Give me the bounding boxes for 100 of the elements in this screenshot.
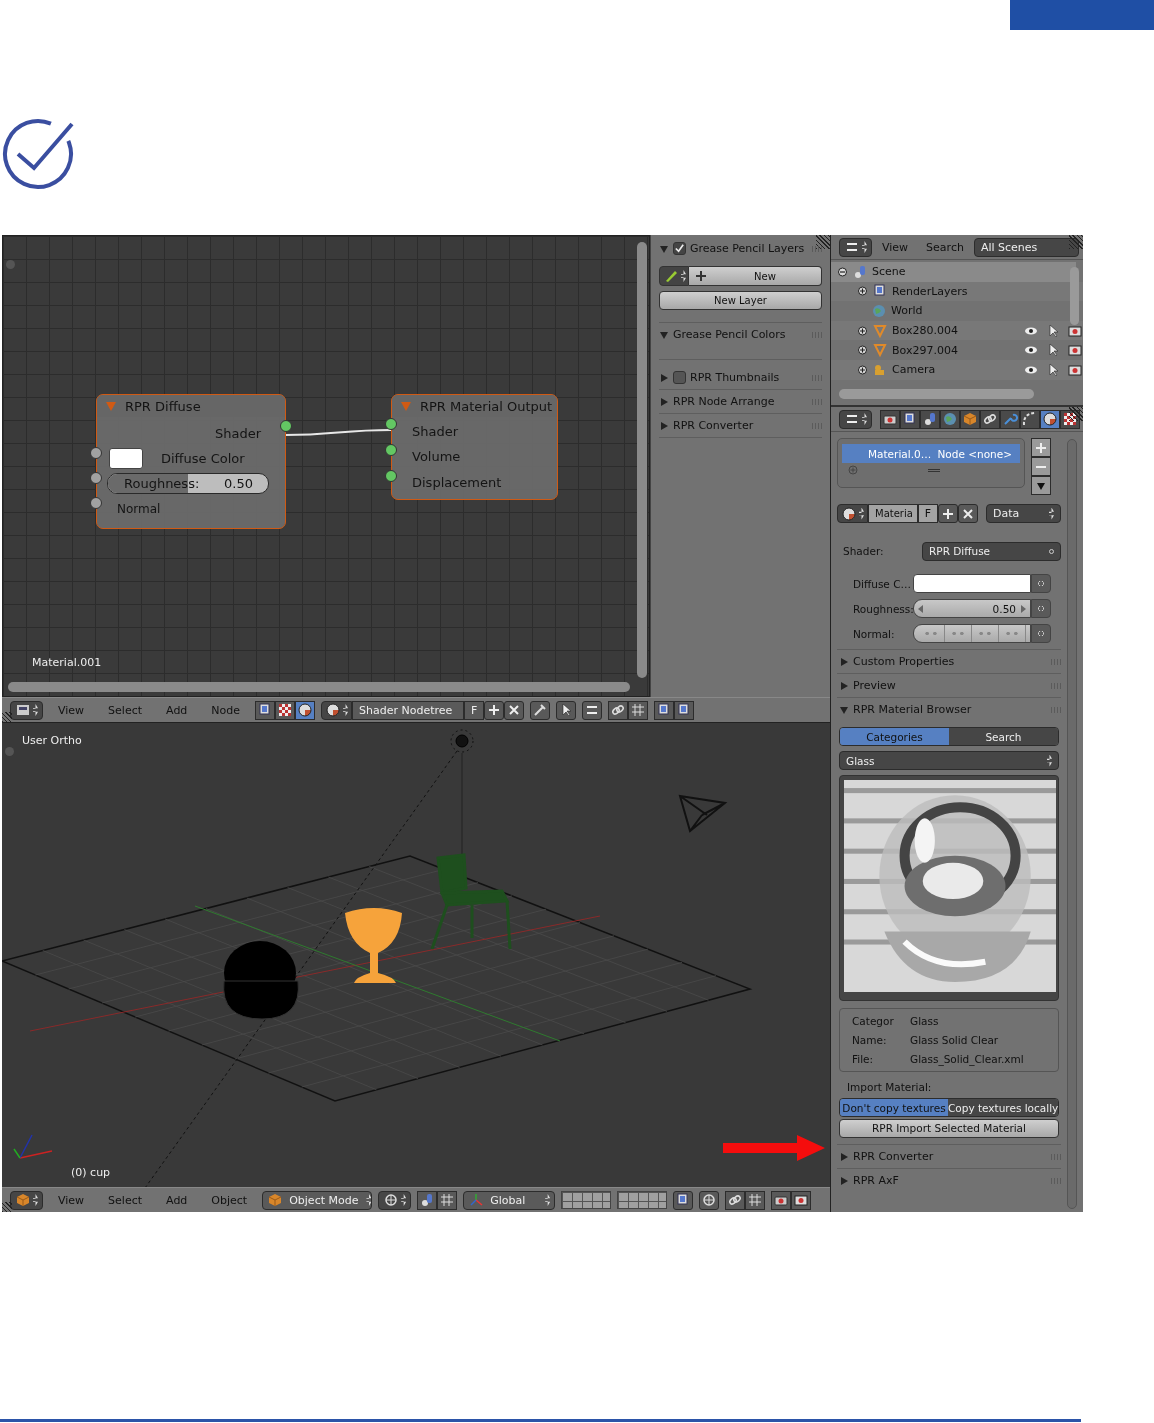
- spinner-arrows-icon[interactable]: [343, 704, 349, 716]
- link-socket-button[interactable]: [1031, 574, 1051, 593]
- menu-item[interactable]: Object: [202, 1193, 257, 1207]
- collapsed-triangle-icon[interactable]: [659, 396, 669, 407]
- panel-header[interactable]: Grease Pencil Layers: [659, 237, 822, 260]
- checkbox[interactable]: [673, 371, 686, 384]
- area-corner-handle[interactable]: [1069, 407, 1083, 421]
- import-button[interactable]: RPR Import Selected Material: [839, 1119, 1059, 1138]
- material-slot-list[interactable]: Material.0… Node <none>: [837, 438, 1025, 488]
- material-tab[interactable]: [1040, 409, 1060, 429]
- modifiers-tab[interactable]: [1000, 409, 1020, 429]
- spinner-arrows-icon[interactable]: [862, 413, 867, 425]
- layer-buttons[interactable]: [561, 1191, 612, 1209]
- number-field[interactable]: 0.50: [913, 599, 1031, 618]
- new-layer-button[interactable]: New Layer: [659, 291, 822, 310]
- paste-button[interactable]: [674, 700, 695, 720]
- panel-header[interactable]: Custom Properties: [837, 649, 1061, 673]
- expand-toggle-icon[interactable]: [857, 345, 868, 356]
- menu-item[interactable]: Add: [157, 1193, 197, 1207]
- scene-tab[interactable]: [920, 409, 940, 429]
- shading-dropdown[interactable]: [378, 1190, 412, 1210]
- collapse-toggle-icon[interactable]: [837, 266, 848, 277]
- add-slot-button[interactable]: [1031, 438, 1051, 457]
- outliner-row[interactable]: Camera: [831, 359, 1083, 380]
- expanded-triangle-icon[interactable]: [659, 243, 669, 254]
- color-field[interactable]: [913, 574, 1031, 593]
- spinner-arrows-icon[interactable]: [1047, 754, 1052, 767]
- material-slot[interactable]: Material.0… Node <none>: [842, 444, 1020, 463]
- socket-dot[interactable]: [385, 444, 397, 456]
- increment-arrow-icon[interactable]: [1020, 604, 1026, 613]
- menu-item[interactable]: Node: [202, 703, 250, 717]
- backdrop-button[interactable]: [582, 700, 603, 720]
- menu-item[interactable]: View: [49, 1193, 94, 1207]
- region-toggle-icon[interactable]: [6, 260, 15, 269]
- link-socket-button[interactable]: [1031, 624, 1051, 643]
- editor-type-selector[interactable]: [10, 1190, 43, 1210]
- spinner-arrows-icon[interactable]: [1049, 507, 1054, 520]
- vertical-scrollbar[interactable]: [1067, 439, 1077, 1209]
- unlink-button[interactable]: [958, 504, 978, 523]
- panel-header[interactable]: RPR AxF: [837, 1168, 1061, 1192]
- collapsed-triangle-icon[interactable]: [839, 1151, 849, 1162]
- snap-button[interactable]: [608, 700, 629, 720]
- tab[interactable]: Search: [949, 728, 1058, 745]
- resize-grip[interactable]: [928, 468, 940, 472]
- render-layers-tab[interactable]: [900, 409, 920, 429]
- spinner-arrows-icon[interactable]: [862, 241, 867, 253]
- node-card[interactable]: RPR Material Output Shader Volume Displacement: [391, 394, 558, 500]
- drag-grip-icon[interactable]: [812, 245, 822, 252]
- material-button[interactable]: [295, 700, 316, 720]
- remove-slot-button[interactable]: [1031, 457, 1051, 476]
- datablock-name-field[interactable]: Shader Nodetree: [352, 700, 465, 720]
- mode-dropdown[interactable]: Object Mode: [262, 1190, 373, 1210]
- vector-field[interactable]: [913, 624, 1031, 643]
- horizontal-scrollbar[interactable]: [8, 682, 630, 692]
- pencil-selector[interactable]: [659, 266, 689, 286]
- panel-header[interactable]: RPR Material Browser: [837, 697, 1061, 721]
- collapsed-triangle-icon[interactable]: [839, 1175, 849, 1186]
- render-tab[interactable]: [880, 409, 900, 429]
- spinner-arrows-icon[interactable]: [859, 507, 864, 520]
- checkbox[interactable]: [673, 242, 686, 255]
- material-browse-button[interactable]: [837, 504, 868, 523]
- region-toggle-icon[interactable]: [5, 747, 14, 756]
- editor-type-selector[interactable]: [839, 409, 872, 429]
- collapsed-triangle-icon[interactable]: [659, 372, 669, 383]
- texture-button[interactable]: [275, 700, 296, 720]
- collapsed-triangle-icon[interactable]: [659, 420, 669, 431]
- spinner-arrows-icon[interactable]: [33, 704, 38, 716]
- snap-element-button[interactable]: [745, 1190, 766, 1210]
- menu-item[interactable]: Add: [157, 703, 197, 717]
- object-tab[interactable]: [960, 409, 980, 429]
- render-animation-button[interactable]: [791, 1190, 812, 1210]
- spinner-arrows-icon[interactable]: [366, 1194, 372, 1206]
- panel-header[interactable]: RPR Converter: [837, 1144, 1061, 1168]
- spinner-arrows-icon[interactable]: [401, 1194, 407, 1206]
- orientation-dropdown[interactable]: Global: [463, 1190, 556, 1210]
- area-corner-handle[interactable]: [2, 712, 12, 722]
- expand-toggle-icon[interactable]: [857, 286, 868, 297]
- editor-type-selector[interactable]: [10, 700, 43, 720]
- world-tab[interactable]: [940, 409, 960, 429]
- particles-tab[interactable]: [1020, 409, 1040, 429]
- snap-grid-button[interactable]: [628, 700, 649, 720]
- toggle-option[interactable]: Don't copy textures: [840, 1099, 948, 1116]
- panel-header[interactable]: RPR Node Arrange: [659, 390, 822, 413]
- link-socket-button[interactable]: [1031, 599, 1051, 618]
- new-button[interactable]: [484, 700, 505, 720]
- menu-item[interactable]: Select: [99, 703, 152, 717]
- socket-dot[interactable]: [385, 418, 397, 430]
- material-name-field[interactable]: Materia: [868, 504, 918, 523]
- spinner-arrows-icon[interactable]: [681, 270, 686, 282]
- spinner-arrows-icon[interactable]: [33, 1194, 38, 1206]
- expanded-triangle-icon[interactable]: [659, 329, 669, 340]
- socket-dot[interactable]: [385, 470, 397, 482]
- copy-button[interactable]: [654, 700, 675, 720]
- new-button[interactable]: New: [689, 266, 822, 286]
- object-shader-button[interactable]: [255, 700, 276, 720]
- toggle-option[interactable]: Copy textures locally: [948, 1099, 1058, 1116]
- tab[interactable]: Categories: [840, 728, 949, 745]
- category-dropdown[interactable]: Glass: [839, 751, 1059, 770]
- constraints-tab[interactable]: [980, 409, 1000, 429]
- panel-header[interactable]: RPR Converter: [659, 414, 822, 437]
